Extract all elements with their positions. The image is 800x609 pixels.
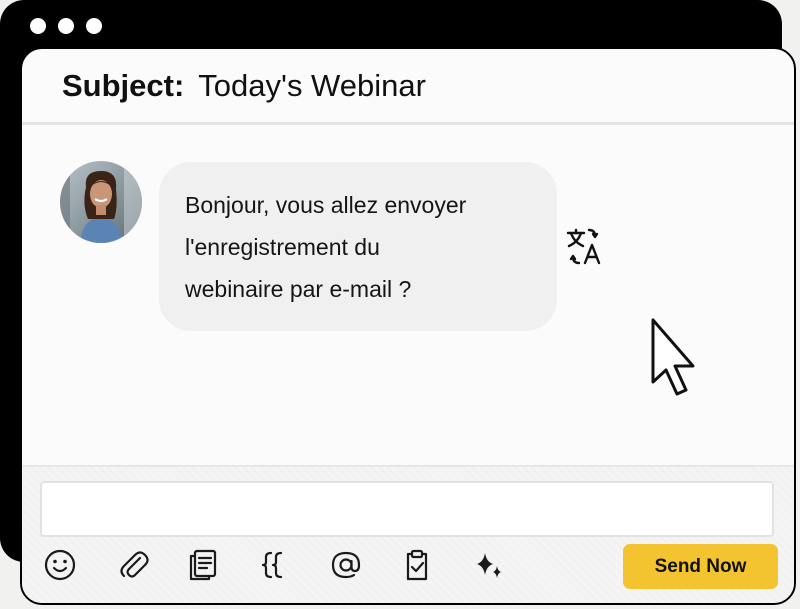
message-line: webinaire par e-mail ?	[185, 276, 412, 302]
clipboard-check-icon[interactable]	[399, 547, 435, 583]
subject-bar: Subject: Today's Webinar	[22, 49, 794, 125]
email-window: Subject: Today's Webinar Bonjour, vous a	[20, 47, 796, 605]
window-dot[interactable]	[86, 18, 102, 34]
compose-area: Send Now	[22, 465, 794, 603]
avatar-image	[60, 161, 142, 243]
window-controls	[30, 18, 102, 34]
subject-label: Subject:	[62, 67, 185, 103]
mention-icon[interactable]	[328, 547, 364, 583]
subject-value: Today's Webinar	[198, 67, 426, 103]
attachment-icon[interactable]	[116, 547, 152, 583]
variables-icon[interactable]	[257, 547, 293, 583]
message-input[interactable]	[40, 481, 774, 537]
message-line: Bonjour, vous allez envoyer	[185, 192, 467, 218]
send-now-button[interactable]: Send Now	[623, 544, 778, 589]
document-icon[interactable]	[185, 547, 221, 583]
mouse-pointer-icon	[649, 318, 705, 398]
message-bubble: Bonjour, vous allez envoyer l'enregistre…	[159, 162, 557, 331]
window-dot[interactable]	[30, 18, 46, 34]
sparkles-icon[interactable]	[471, 547, 507, 583]
emoji-icon[interactable]	[42, 547, 78, 583]
translate-icon[interactable]	[565, 227, 605, 267]
window-dot[interactable]	[58, 18, 74, 34]
avatar	[60, 161, 142, 243]
message-line: l'enregistrement du	[185, 234, 380, 260]
